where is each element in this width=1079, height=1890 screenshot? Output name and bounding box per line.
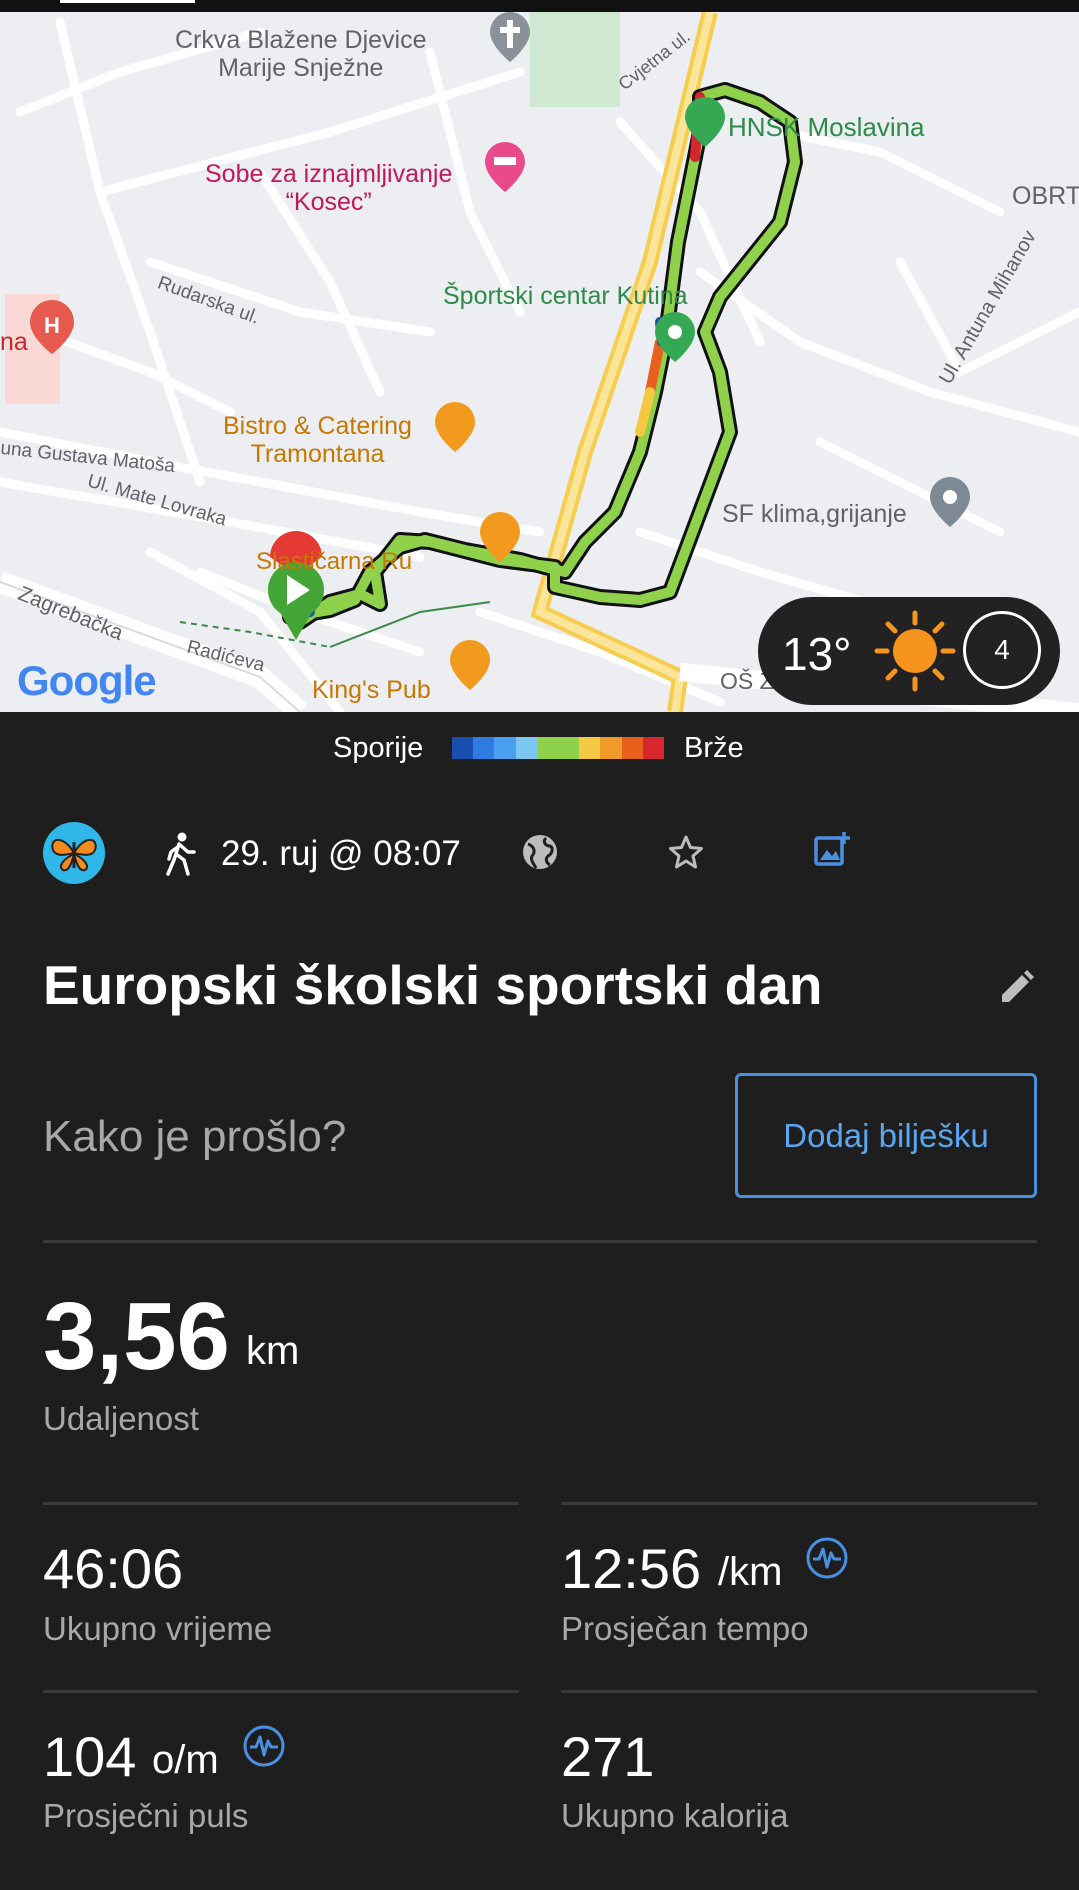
heart-rate-chart-icon[interactable] bbox=[242, 1724, 286, 1768]
svg-text:H: H bbox=[44, 313, 60, 338]
map-label-kingspub: King's Pub bbox=[312, 676, 431, 704]
add-note-button[interactable]: Dodaj bilješku bbox=[735, 1073, 1037, 1198]
legend-fast-label: Brže bbox=[684, 732, 744, 764]
add-note-label: Dodaj bilješku bbox=[783, 1117, 989, 1154]
pace-color-swatch bbox=[642, 737, 665, 759]
calories-value: 271 bbox=[561, 1725, 655, 1788]
edit-pencil-icon[interactable] bbox=[996, 968, 1036, 1008]
map-label-hnsk: HNSK Moslavina bbox=[728, 112, 925, 142]
wind-speed: 4 bbox=[994, 634, 1010, 665]
activity-title: Europski školski sportski dan bbox=[43, 954, 823, 1016]
pace-color-swatch bbox=[536, 737, 559, 759]
divider bbox=[561, 1502, 1037, 1505]
status-bar bbox=[0, 0, 1079, 12]
map-label-hospital: na bbox=[0, 328, 28, 356]
route-map[interactable]: H Crkva Blažene Djevice Marije Snježne C… bbox=[0, 12, 1079, 712]
pace-color-swatch bbox=[494, 737, 516, 759]
activity-date: 29. ruj @ 08:07 bbox=[221, 834, 461, 873]
distance-value: 3,56 bbox=[43, 1283, 230, 1390]
avg-pace-value: 12:56 bbox=[561, 1537, 702, 1600]
how-did-it-go-prompt[interactable]: Kako je prošlo? bbox=[43, 1112, 346, 1162]
map-label-sfklima: SF klima,grijanje bbox=[722, 500, 907, 528]
pace-color-swatch bbox=[558, 737, 580, 759]
pace-color-scale bbox=[452, 737, 665, 759]
activity-meta-row: 29. ruj @ 08:07 bbox=[0, 820, 1079, 886]
distance-unit: km bbox=[246, 1329, 300, 1373]
pace-color-swatch bbox=[515, 737, 537, 759]
map-label-obrt: OBRT bbox=[1012, 182, 1079, 210]
pace-color-swatch bbox=[621, 737, 643, 759]
map-label-sportski: Športski centar Kutina bbox=[443, 282, 688, 310]
google-logo: Google bbox=[17, 657, 157, 704]
avg-heart-rate-unit: o/m bbox=[152, 1738, 219, 1782]
legend-slow-label: Sporije bbox=[333, 732, 424, 764]
pace-legend: Sporije Brže bbox=[0, 727, 1079, 767]
temperature: 13° bbox=[782, 628, 852, 680]
avg-pace-unit: /km bbox=[718, 1550, 783, 1594]
divider bbox=[43, 1240, 1037, 1243]
map-label-church: Crkva Blažene Djevice Marije Snježne bbox=[175, 26, 427, 82]
weather-badge: 13° 4 bbox=[758, 597, 1060, 705]
divider bbox=[43, 1502, 519, 1505]
pace-color-swatch bbox=[600, 737, 622, 759]
pace-chart-icon[interactable] bbox=[805, 1536, 849, 1580]
walk-icon bbox=[166, 832, 196, 876]
avg-heart-rate-value: 104 bbox=[43, 1725, 137, 1788]
divider bbox=[561, 1690, 1037, 1693]
globe-icon[interactable] bbox=[520, 832, 560, 872]
pace-color-swatch bbox=[579, 737, 601, 759]
add-photo-icon[interactable] bbox=[812, 830, 852, 870]
map-label-sobe: Sobe za iznajmljivanje “Kosec” bbox=[205, 160, 453, 216]
butterfly-icon bbox=[51, 838, 97, 872]
pace-color-swatch bbox=[452, 737, 474, 759]
wind-icon: 4 bbox=[963, 611, 1041, 689]
star-icon[interactable] bbox=[666, 832, 706, 872]
total-time-value: 46:06 bbox=[43, 1537, 184, 1600]
avg-heart-rate-label: Prosječni puls bbox=[43, 1797, 249, 1834]
pace-color-swatch bbox=[473, 737, 495, 759]
avg-pace-label: Prosječan tempo bbox=[561, 1610, 809, 1647]
avatar[interactable] bbox=[43, 822, 105, 884]
status-indicator bbox=[60, 0, 195, 3]
divider bbox=[43, 1690, 519, 1693]
map-label-slasticarna: Slastičarna Ru bbox=[256, 548, 413, 575]
sun-icon bbox=[874, 610, 956, 692]
distance-label: Udaljenost bbox=[43, 1400, 199, 1437]
total-time-label: Ukupno vrijeme bbox=[43, 1610, 273, 1647]
map-label-bistro: Bistro & Catering Tramontana bbox=[223, 412, 412, 468]
calories-label: Ukupno kalorija bbox=[561, 1797, 789, 1834]
